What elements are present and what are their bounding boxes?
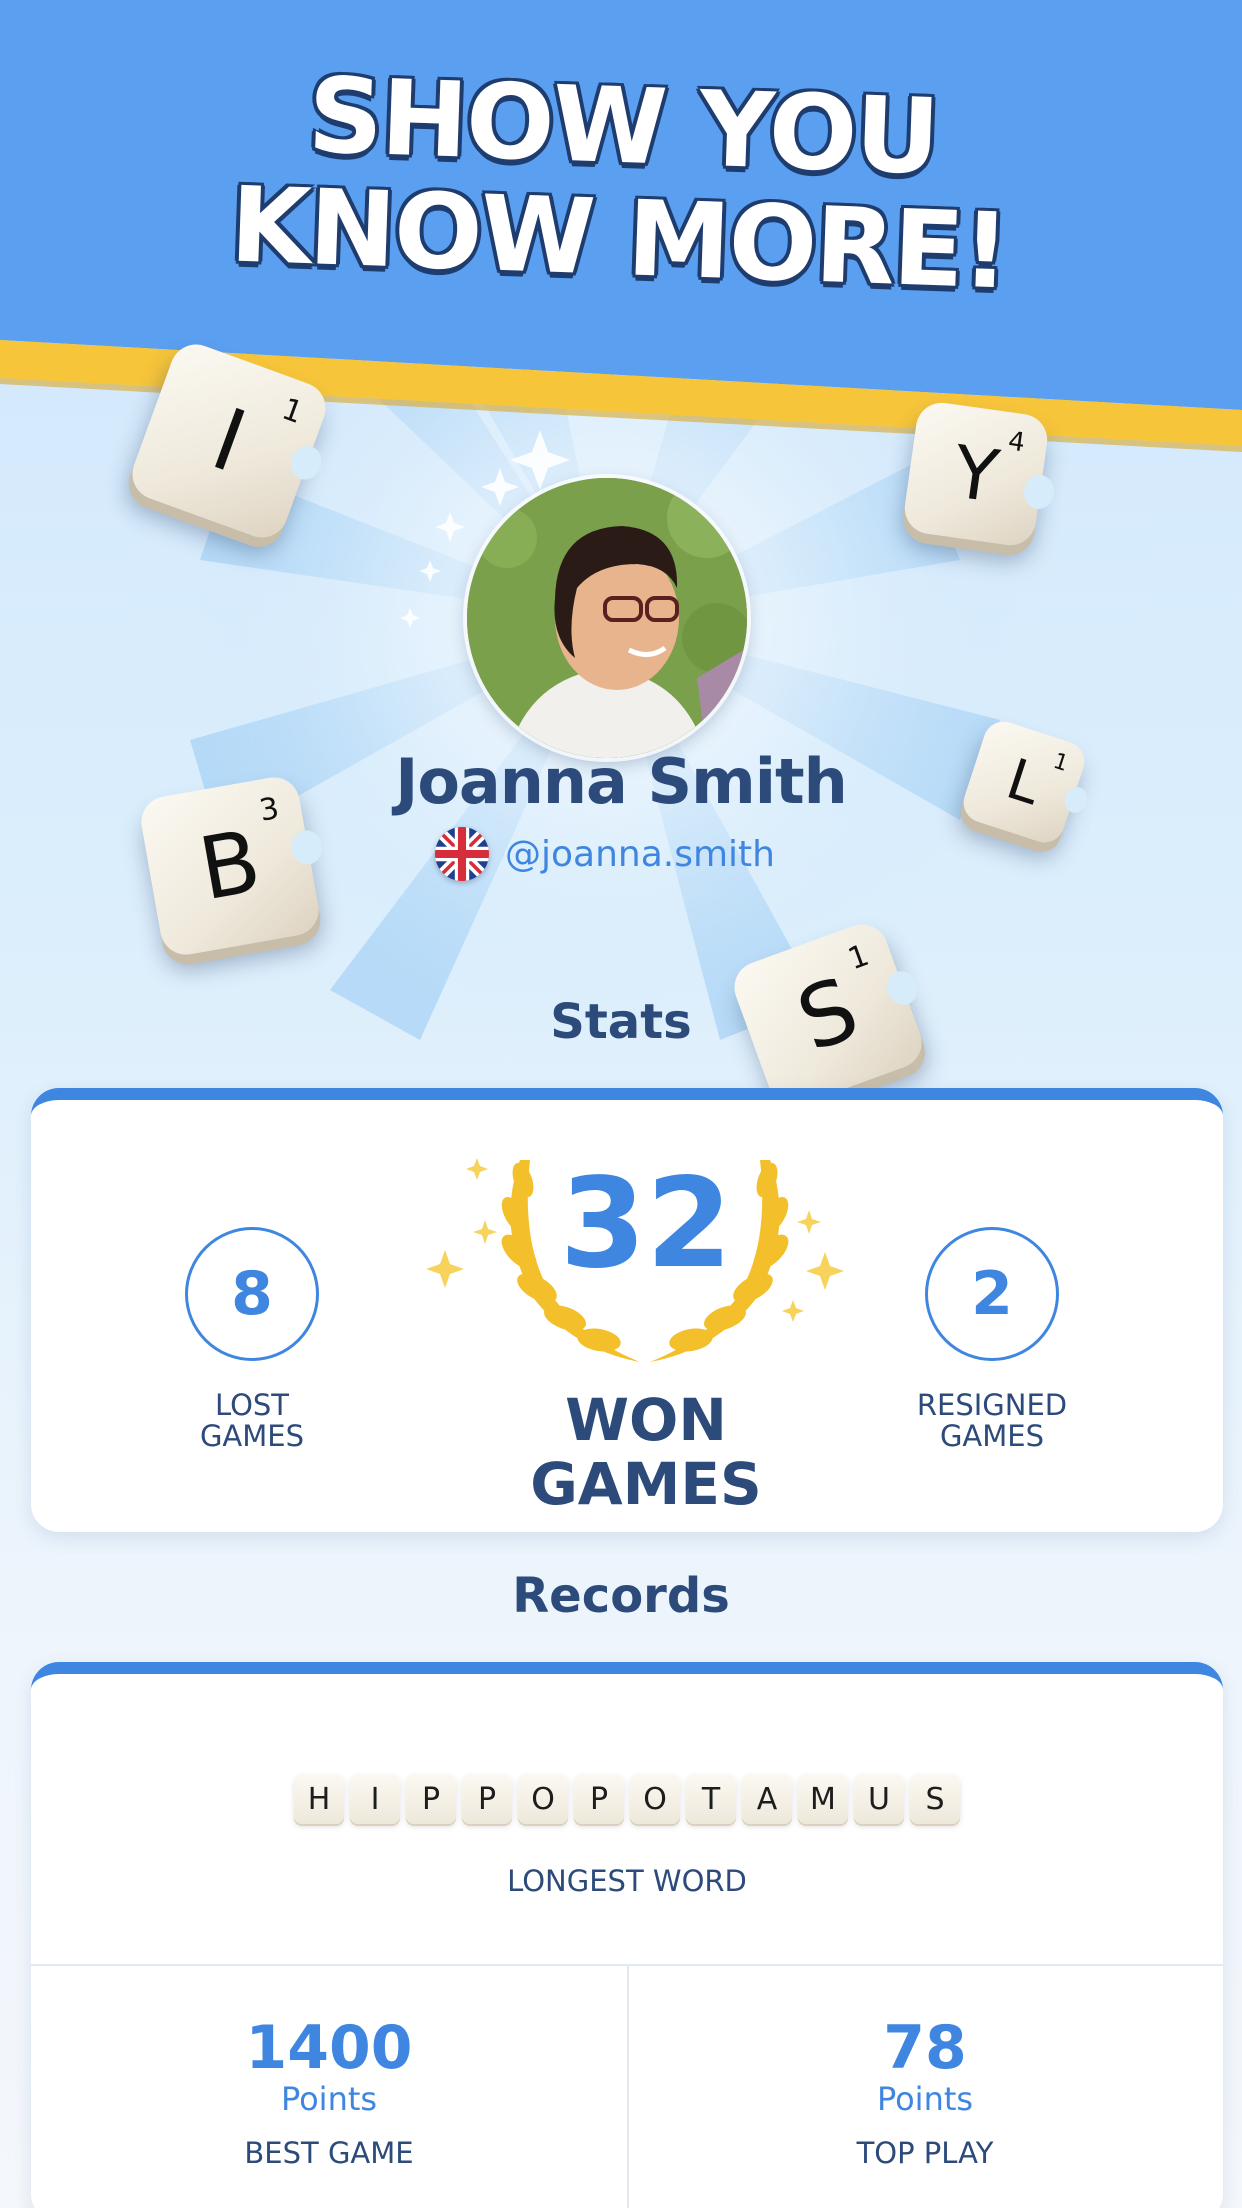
profile-photo-icon	[467, 478, 747, 758]
top-play-label: TOP PLAY	[856, 2136, 994, 2170]
records-title: Records	[512, 1568, 730, 1624]
word-letter-tile: I	[350, 1774, 400, 1824]
lost-label-line2: GAMES	[199, 1419, 305, 1453]
won-label-line1: WON	[565, 1386, 727, 1454]
best-game-record: 1400 Points BEST GAME	[31, 2016, 627, 2170]
player-name: Joanna Smith	[395, 745, 848, 818]
records-card: HIPPOPOTAMUS LONGEST WORD 1400 Points BE…	[31, 1662, 1223, 2208]
resigned-games-count: 2	[925, 1227, 1059, 1361]
letter-tile-y: Y 4	[901, 399, 1057, 549]
stats-card: 8 LOST GAMES 32 WON GAMES 2 RESIGNED GAM…	[31, 1088, 1223, 1532]
best-game-label: BEST GAME	[244, 2136, 414, 2170]
top-play-record: 78 Points TOP PLAY	[627, 2016, 1223, 2170]
player-handle: @joanna.smith	[505, 833, 775, 875]
lost-label-line1: LOST	[214, 1388, 290, 1422]
won-label-line2: GAMES	[530, 1450, 762, 1518]
won-games-label: WON GAMES	[451, 1388, 841, 1516]
resigned-label-line1: RESIGNED	[916, 1388, 1068, 1422]
promo-headline: SHOW YOU KNOW MORE!	[0, 48, 1242, 315]
top-play-unit: Points	[876, 2080, 974, 2118]
tile-letter: Y	[948, 429, 1004, 519]
won-games-block: 32	[441, 1100, 851, 1400]
best-game-unit: Points	[280, 2080, 378, 2118]
word-letter-tile: O	[630, 1774, 680, 1824]
best-game-value: 1400	[245, 2013, 413, 2083]
word-letter-tile: S	[910, 1774, 960, 1824]
longest-word-tiles: HIPPOPOTAMUS	[31, 1774, 1223, 1824]
word-letter-tile: A	[742, 1774, 792, 1824]
profile-avatar[interactable]	[467, 478, 747, 758]
word-letter-tile: T	[686, 1774, 736, 1824]
lost-games-count: 8	[185, 1227, 319, 1361]
player-handle-row: @joanna.smith	[435, 826, 775, 882]
word-letter-tile: U	[854, 1774, 904, 1824]
word-letter-tile: O	[518, 1774, 568, 1824]
word-letter-tile: M	[798, 1774, 848, 1824]
longest-word-label: LONGEST WORD	[507, 1864, 747, 1898]
uk-flag-icon	[435, 827, 489, 881]
word-letter-tile: P	[406, 1774, 456, 1824]
top-play-value: 78	[883, 2013, 967, 2083]
stats-title: Stats	[550, 994, 692, 1050]
resigned-games-label: RESIGNED GAMES	[872, 1390, 1112, 1452]
word-letter-tile: P	[574, 1774, 624, 1824]
word-letter-tile: P	[462, 1774, 512, 1824]
word-letter-tile: H	[294, 1774, 344, 1824]
won-games-count: 32	[559, 1152, 733, 1296]
resigned-label-line2: GAMES	[939, 1419, 1045, 1453]
lost-games-label: LOST GAMES	[132, 1390, 372, 1452]
